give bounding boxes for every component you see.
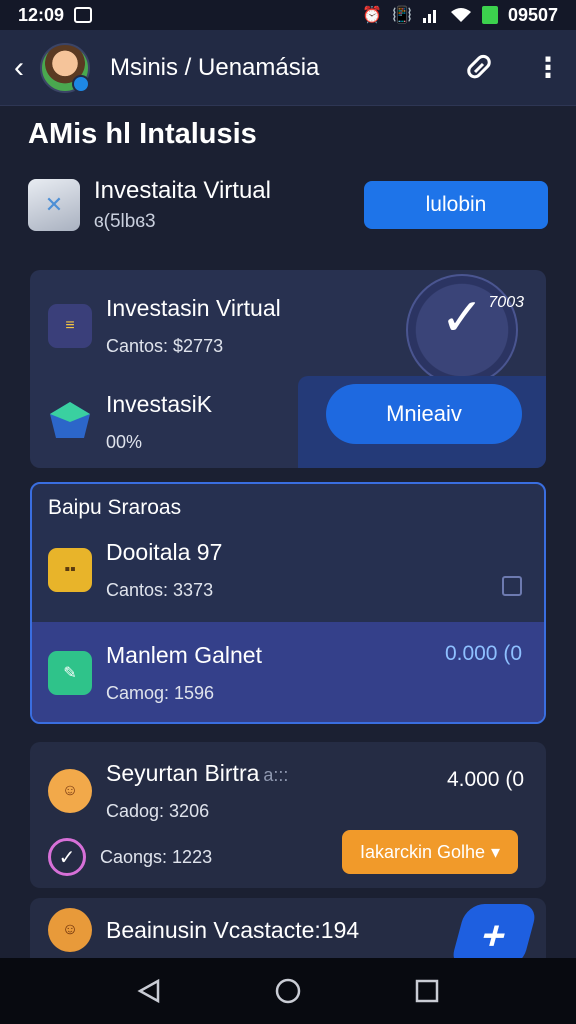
nav-home-icon[interactable] [268,971,308,1011]
row-value: 0.000 (0 [444,642,522,665]
link-icon[interactable] [462,51,496,85]
row-checkbox[interactable] [502,576,522,596]
avatar[interactable] [40,42,90,93]
list-item[interactable]: ≡ Investasin Virtual Cantos: $2773 [30,278,546,374]
row-subtitle: Cadog: 3206 [106,801,210,821]
row-title-suffix: a::: [263,765,289,785]
row-subtitle: Caongs: 1223 [100,846,213,867]
row-title: Seyurtan Birtra [106,760,260,786]
wifi-icon [450,8,471,22]
alarm-icon: ⏰ [362,7,383,24]
profile-card: ☺ Seyurtan Birtra a::: Cadog: 3206 4.000 … [30,742,546,888]
battery-icon [481,6,498,24]
list-item[interactable]: ✓ Caongs: 1223 Iakarckin Golhe ▾ [30,822,546,892]
nav-recents-icon[interactable] [407,971,447,1011]
row-subtitle: Cantos: 3373 [106,580,214,600]
clock: 12:09 [18,4,65,25]
signal-icon [422,10,436,23]
animal-avatar-icon: ☺ [48,908,92,952]
top-list-item[interactable]: ✕ Investaita Virtual ɞ(5lbɞ3 lulobin [28,170,548,240]
list-item-selected[interactable]: ✎ Manlem Galnet Camog: 1596 0.000 (0 [32,622,544,722]
row-title: Investasin Virtual [106,295,281,321]
row-title: Dooitala 97 [106,539,223,565]
row-subtitle: Cantos: $2773 [106,336,224,356]
nav-back-icon[interactable] [129,971,169,1011]
device-icon: ✕ [28,179,80,231]
gem-icon [50,402,90,438]
leaf-icon: ✎ [48,651,92,695]
robot-icon: ▪▪ [48,548,92,592]
vibrate-icon: 📳 [392,7,412,24]
notification-icon [74,7,93,23]
row-title: InvestasiK [106,391,213,417]
more-vert-icon[interactable]: ⋮ [534,53,562,82]
list-item[interactable]: InvestasiK 00% [30,374,546,468]
selected-group-card: Baipu Sraroas ▪▪ Dooitala 97 Cantos: 337… [30,482,546,724]
row-title: Manlem Galnet [106,642,262,668]
list-app-icon: ≡ [48,304,92,348]
list-item[interactable]: ▪▪ Dooitala 97 Cantos: 3373 [32,520,544,620]
page-title: Msinis / Uenamásia [110,53,320,81]
row-subtitle: Camog: 1596 [106,683,215,703]
system-nav-bar [0,958,576,1024]
row-value: 4.000 (0 [446,768,524,791]
section-heading: AMis hl Intalusis [28,118,257,150]
back-icon[interactable]: ‹ [14,51,36,85]
orange-button-label: Iakarckin Golhe [359,841,485,862]
status-bar: 12:09 ⏰ 📳 09507 [0,0,576,30]
row-title: Beainusin Vcastacte:194 [106,916,360,943]
app-bar: ‹ Msinis / Uenamásia ⋮ [0,30,576,106]
row-subtitle: 00% [106,432,143,452]
verified-badge-icon [72,74,90,93]
top-item-subtitle: ɞ(5lbɞ3 [94,211,156,232]
list-item[interactable]: ☺ Seyurtan Birtra a::: Cadog: 3206 4.000 … [30,756,546,826]
top-item-title: Investaita Virtual [94,177,271,204]
check-ring-icon: ✓ [48,838,86,876]
top-item-button[interactable]: lulobin [364,181,548,229]
orange-action-button[interactable]: Iakarckin Golhe ▾ [342,830,518,874]
status-text: 09507 [507,4,558,25]
person-avatar-icon: ☺ [48,769,92,813]
card-header: Baipu Sraroas [48,496,182,519]
investment-card: ✓ 7003 ≡ Investasin Virtual Cantos: $277… [30,270,546,468]
chevron-down-icon: ▾ [491,841,501,862]
